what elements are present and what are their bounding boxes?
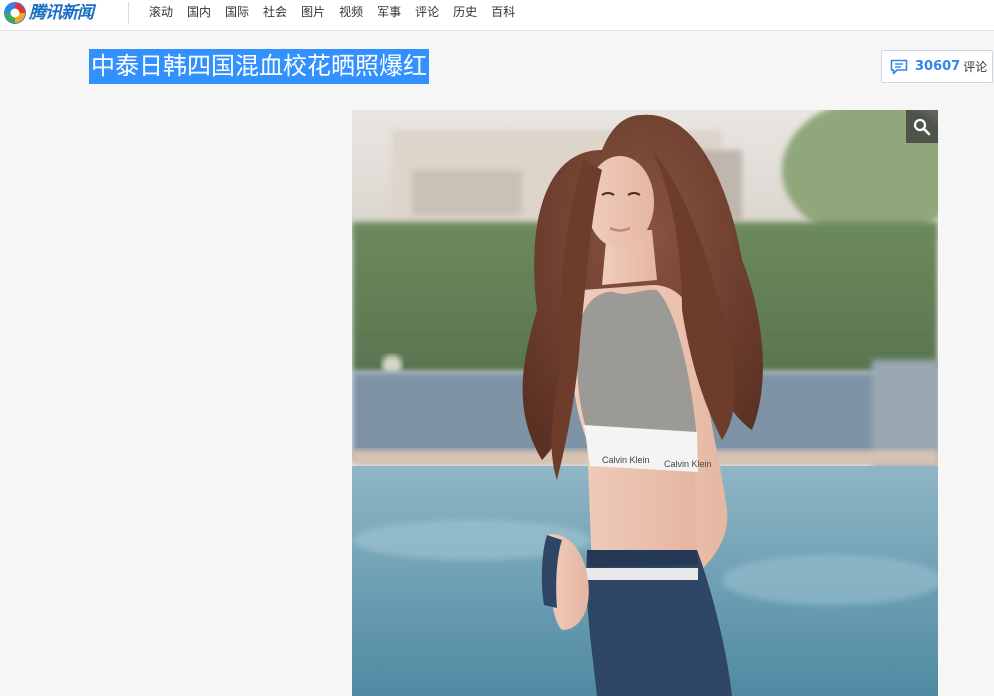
nav-item-guonei[interactable]: 国内 bbox=[187, 0, 211, 24]
top-navigation-bar: 腾讯新闻 滚动 国内 国际 社会 图片 视频 军事 评论 历史 百科 bbox=[0, 0, 994, 31]
magnifier-icon bbox=[913, 118, 931, 135]
comment-bubble-icon bbox=[890, 59, 908, 74]
nav-divider bbox=[128, 2, 129, 24]
comment-count: 30607 bbox=[915, 59, 961, 74]
bra-band-text: Calvin Klein bbox=[602, 455, 650, 465]
nav-item-gundong[interactable]: 滚动 bbox=[149, 0, 173, 24]
nav-item-junshi[interactable]: 军事 bbox=[377, 0, 401, 24]
comment-label: 评论 bbox=[963, 60, 988, 74]
bra-band-text-2: Calvin Klein bbox=[664, 459, 712, 469]
nav-item-baike[interactable]: 百科 bbox=[491, 0, 515, 24]
nav-item-tupian[interactable]: 图片 bbox=[301, 0, 325, 24]
nav-item-shehui[interactable]: 社会 bbox=[263, 0, 287, 24]
nav-item-guoji[interactable]: 国际 bbox=[225, 0, 249, 24]
nav-item-pinglun[interactable]: 评论 bbox=[415, 0, 439, 24]
logo-text: 腾讯新闻 bbox=[29, 3, 94, 23]
photo-illustration: Calvin Klein Calvin Klein bbox=[352, 110, 938, 696]
site-logo[interactable]: 腾讯新闻 bbox=[4, 1, 94, 25]
comment-button[interactable]: 30607 评论 bbox=[881, 50, 993, 83]
article-photo[interactable]: Calvin Klein Calvin Klein bbox=[352, 110, 938, 696]
nav-item-shipin[interactable]: 视频 bbox=[339, 0, 363, 24]
nav-item-lishi[interactable]: 历史 bbox=[453, 0, 477, 24]
tencent-news-logo-icon bbox=[4, 2, 26, 24]
article-title: 中泰日韩四国混血校花晒照爆红 bbox=[89, 49, 429, 84]
nav-links: 滚动 国内 国际 社会 图片 视频 军事 评论 历史 百科 bbox=[149, 0, 529, 24]
zoom-button[interactable] bbox=[906, 110, 938, 143]
